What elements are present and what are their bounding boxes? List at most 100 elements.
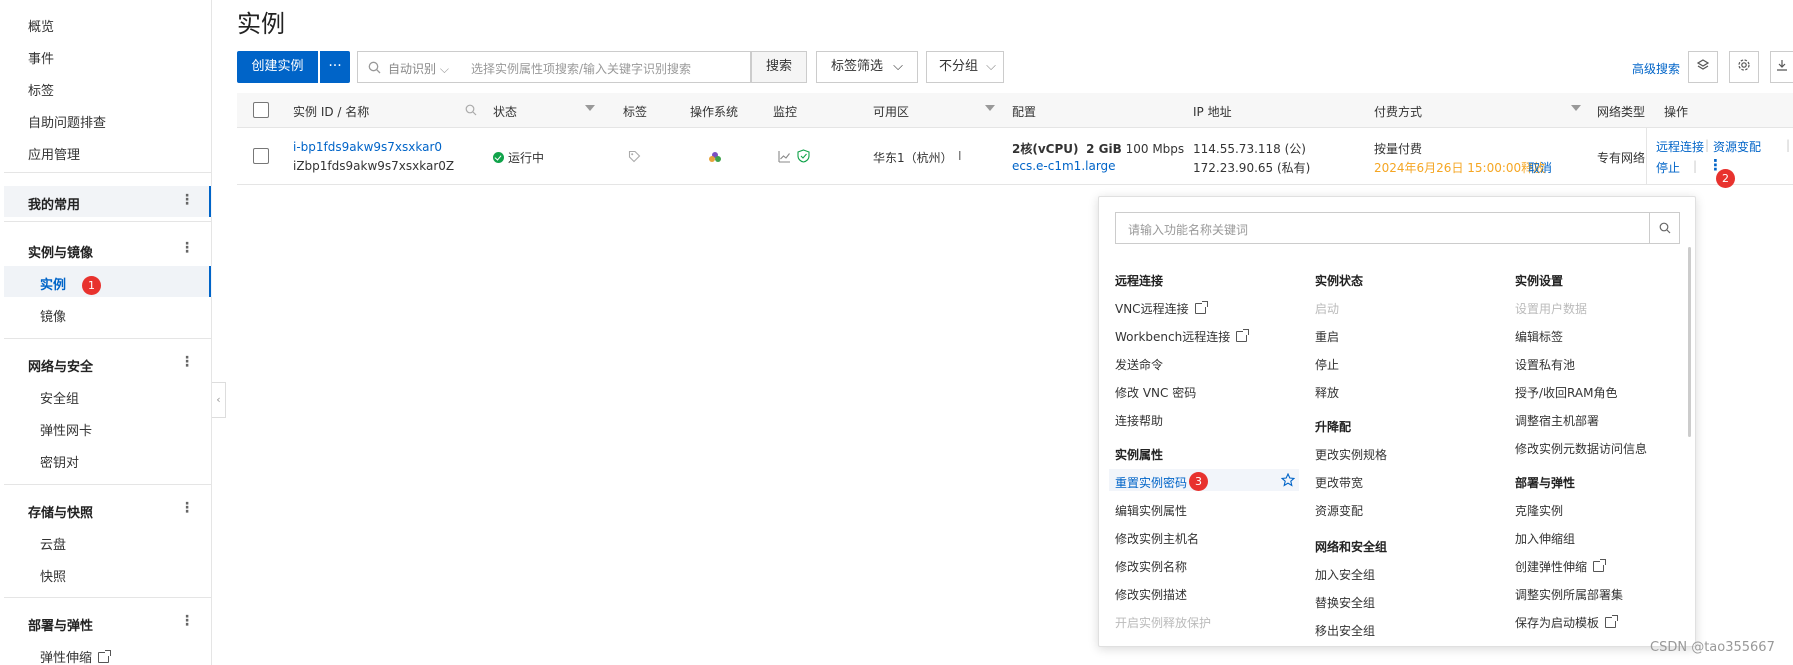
sidebar-item-keypairs[interactable]: 密钥对 — [40, 452, 79, 471]
create-instance-button[interactable]: 创建实例 — [237, 51, 318, 83]
remote-connect-link[interactable]: 远程连接 — [1656, 138, 1704, 155]
sidebar-item-snapshots[interactable]: 快照 — [40, 566, 66, 585]
menu-item-hostname[interactable]: 修改实例主机名 — [1115, 530, 1199, 547]
sidebar-group-storage-snapshot[interactable]: 存储与快照 — [28, 502, 93, 521]
resource-change-link[interactable]: 资源变配 — [1713, 138, 1761, 155]
menu-item-save-template[interactable]: 保存为启动模板 — [1515, 614, 1619, 631]
check-circle-icon — [493, 152, 504, 163]
menu-item-edit-attrs[interactable]: 编辑实例属性 — [1115, 502, 1187, 519]
tag-icon[interactable] — [628, 150, 641, 163]
sidebar-item-eni[interactable]: 弹性网卡 — [40, 420, 92, 439]
select-all-checkbox[interactable] — [253, 102, 269, 118]
table-header: 实例 ID / 名称 状态 标签 操作系统 监控 可用区 配置 IP 地址 付费… — [237, 93, 1793, 128]
menu-item-send-command[interactable]: 发送命令 — [1115, 356, 1163, 373]
menu-item-private-pool[interactable]: 设置私有池 — [1515, 356, 1575, 373]
instance-id-link[interactable]: i-bp1fds9akw9s7xsxkar0 — [293, 140, 442, 154]
menu-item-create-autoscaling[interactable]: 创建弹性伸缩 — [1515, 558, 1607, 575]
settings-button[interactable] — [1729, 51, 1759, 83]
sidebar-group-network-security[interactable]: 网络与安全 — [28, 356, 93, 375]
row-checkbox[interactable] — [253, 148, 269, 164]
download-button[interactable] — [1770, 51, 1793, 83]
scrollbar[interactable] — [1688, 247, 1691, 437]
function-search-button[interactable] — [1649, 213, 1679, 243]
sidebar-item-autoscaling-label: 弹性伸缩 — [40, 651, 93, 665]
menu-item-edit-tags[interactable]: 编辑标签 — [1515, 328, 1563, 345]
menu-item-connect-help[interactable]: 连接帮助 — [1115, 412, 1163, 429]
menu-item-vnc[interactable]: VNC远程连接 — [1115, 300, 1208, 317]
sidebar-item-images[interactable]: 镜像 — [40, 306, 66, 325]
spec-link[interactable]: ecs.e-c1m1.large — [1012, 159, 1116, 173]
col-instance-id: 实例 ID / 名称 — [293, 105, 370, 119]
search-icon[interactable] — [465, 104, 477, 116]
menu-item-metadata[interactable]: 修改实例元数据访问信息 — [1515, 440, 1647, 457]
divider — [4, 338, 212, 339]
sidebar-group-instances-images[interactable]: 实例与镜像 — [28, 242, 93, 261]
search-mode-select[interactable]: 自动识别 ⌵ — [388, 60, 449, 77]
more-actions-button[interactable]: ··· — [320, 51, 350, 83]
shield-check-icon[interactable] — [797, 149, 810, 163]
more-vertical-icon[interactable]: ⋮ — [180, 354, 194, 370]
menu-item-host-deploy[interactable]: 调整宿主机部署 — [1515, 412, 1599, 429]
instance-name: iZbp1fds9akw9s7xsxkar0Z — [293, 159, 455, 173]
more-vertical-icon[interactable]: ⋮ — [180, 192, 194, 208]
cancel-release-link[interactable]: 取消 — [1528, 159, 1552, 176]
function-search-input[interactable]: 请输入功能名称关键词 — [1115, 212, 1680, 244]
op-separator: | — [1786, 138, 1791, 152]
more-vertical-icon[interactable]: ⋮ — [180, 240, 194, 256]
more-vertical-icon[interactable]: ⋮ — [180, 613, 194, 629]
menu-item-join-asg[interactable]: 加入伸缩组 — [1515, 530, 1575, 547]
search-button[interactable]: 搜索 — [751, 51, 807, 83]
search-input[interactable]: 自动识别 ⌵ 选择实例属性项搜索/输入关键字识别搜索 — [357, 51, 751, 83]
sidebar-item-app-management[interactable]: 应用管理 — [28, 144, 80, 163]
menu-item-description[interactable]: 修改实例描述 — [1115, 586, 1187, 603]
sidebar-item-instances[interactable]: 实例 — [40, 274, 66, 293]
tag-filter-button[interactable]: 标签筛选 ⌵ — [816, 51, 918, 83]
col-billing: 付费方式 — [1374, 105, 1423, 119]
sidebar-item-tags[interactable]: 标签 — [28, 80, 54, 99]
menu-item-workbench[interactable]: Workbench远程连接 — [1115, 328, 1250, 345]
filter-icon[interactable] — [1571, 105, 1581, 111]
my-frequent-bar — [209, 186, 211, 217]
page-title: 实例 — [237, 10, 285, 38]
os-logo-icon — [709, 152, 721, 162]
menu-item-change-spec[interactable]: 更改实例规格 — [1315, 446, 1387, 463]
menu-item-stop[interactable]: 停止 — [1315, 356, 1339, 373]
menu-item-userdata: 设置用户数据 — [1515, 302, 1588, 316]
stop-link[interactable]: 停止 — [1656, 159, 1680, 176]
sidebar-item-troubleshoot[interactable]: 自助问题排查 — [28, 112, 106, 131]
group-select[interactable]: 不分组 ⌵ — [926, 51, 1004, 83]
sidebar-group-my-frequent[interactable]: 我的常用 — [28, 194, 80, 213]
menu-item-clone[interactable]: 克隆实例 — [1515, 502, 1563, 519]
sidebar-collapse-button[interactable]: ‹ — [212, 382, 226, 418]
menu-item-leave-sg[interactable]: 移出安全组 — [1315, 622, 1375, 639]
menu-item-change-bw[interactable]: 更改带宽 — [1315, 474, 1363, 491]
advanced-search-link[interactable]: 高级搜索 — [1632, 60, 1680, 77]
menu-item-join-sg[interactable]: 加入安全组 — [1315, 566, 1375, 583]
search-icon — [368, 61, 381, 74]
sidebar-item-events[interactable]: 事件 — [28, 48, 54, 67]
sidebar-group-deploy-elastic[interactable]: 部署与弹性 — [28, 615, 93, 634]
menu-item-vnc-password[interactable]: 修改 VNC 密码 — [1115, 384, 1196, 401]
release-time: 2024年6月26日 15:00:00释放 — [1374, 161, 1546, 175]
sidebar-item-autoscaling[interactable]: 弹性伸缩 — [40, 647, 112, 665]
filter-icon[interactable] — [985, 105, 995, 111]
col-status: 状态 — [493, 105, 518, 119]
menu-item-release[interactable]: 释放 — [1315, 384, 1339, 401]
star-icon[interactable] — [1281, 473, 1295, 487]
layers-button[interactable] — [1688, 51, 1718, 83]
col-network: 网络类型 — [1597, 105, 1646, 119]
sidebar-item-security-groups[interactable]: 安全组 — [40, 388, 79, 407]
menu-item-ram-role[interactable]: 授予/收回RAM角色 — [1515, 384, 1617, 401]
menu-item-rename[interactable]: 修改实例名称 — [1115, 558, 1187, 575]
sidebar-item-overview[interactable]: 概览 — [28, 16, 54, 35]
menu-item-restart[interactable]: 重启 — [1315, 328, 1339, 345]
menu-item-resource-change[interactable]: 资源变配 — [1315, 502, 1363, 519]
menu-item-replace-sg[interactable]: 替换安全组 — [1315, 594, 1375, 611]
more-vertical-icon[interactable]: ⋮ — [180, 500, 194, 516]
menu-item-deploy-set[interactable]: 调整实例所属部署集 — [1515, 586, 1623, 603]
chart-line-icon[interactable] — [778, 150, 791, 163]
sidebar-item-disks[interactable]: 云盘 — [40, 534, 66, 553]
zone-separator: I — [958, 149, 962, 163]
menu-item-reset-password[interactable]: 重置实例密码 — [1115, 474, 1187, 491]
filter-icon[interactable] — [585, 105, 595, 111]
